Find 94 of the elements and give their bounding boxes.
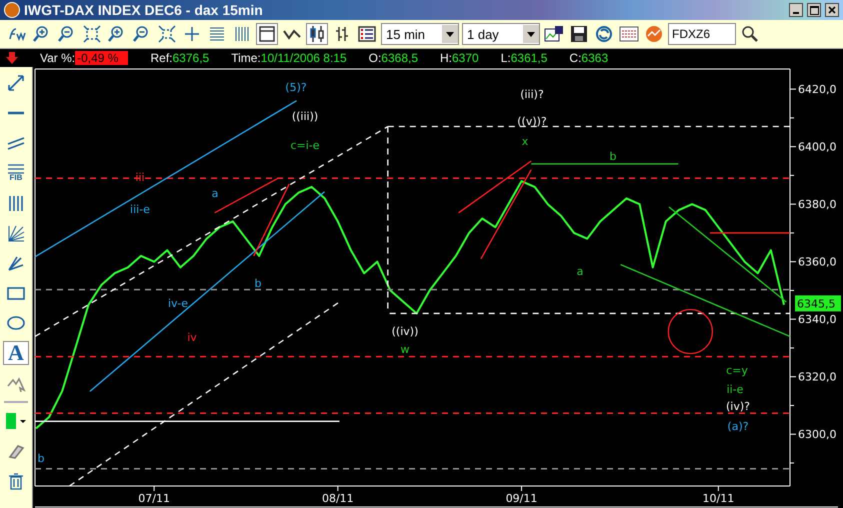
date-tick-label: 07/11 xyxy=(138,492,170,505)
horizontal-line-icon xyxy=(6,111,26,115)
wave-label: ii-e xyxy=(726,383,744,396)
field-value: 6368,5 xyxy=(381,51,418,65)
wave-label: b xyxy=(254,277,262,290)
wave-label: iv xyxy=(187,331,197,344)
vertical-lines-icon xyxy=(6,194,26,212)
maximize-icon xyxy=(810,6,818,14)
ohlc-bars-icon xyxy=(333,25,351,43)
diagonal-arrow-icon xyxy=(6,74,26,92)
toolbar-button[interactable] xyxy=(593,23,615,45)
date-tick-label: 08/11 xyxy=(322,492,354,505)
wave-label: iv-e xyxy=(168,297,188,310)
wave-label: (5)? xyxy=(285,81,307,94)
minimize-button[interactable] xyxy=(789,3,803,17)
field-value: 6363 xyxy=(581,51,608,65)
fib-label: FIB xyxy=(10,174,22,182)
compress-icon xyxy=(158,25,176,43)
toolbar-button[interactable] xyxy=(156,23,178,45)
dropdown-arrow-icon xyxy=(527,32,535,36)
bars-icon xyxy=(233,25,251,43)
text-tool[interactable]: A xyxy=(3,341,29,365)
lines-icon xyxy=(208,25,226,43)
field-value: -0,49 % xyxy=(75,51,128,65)
wave-label: (iv)? xyxy=(726,400,750,413)
wave-label: ((iii)) xyxy=(292,110,318,123)
price-tick-label: 6320,0 xyxy=(798,370,836,384)
toolbar-button[interactable] xyxy=(81,23,103,45)
field-label: O: xyxy=(368,51,382,65)
rectangle-icon xyxy=(6,284,26,302)
wave-label: c=y xyxy=(726,364,748,377)
price-tick-label: 6360,0 xyxy=(798,256,836,269)
field-label: Ref: xyxy=(150,51,172,65)
table-icon xyxy=(619,26,639,42)
date-tick-label: 10/11 xyxy=(702,492,734,505)
window-title: IWGT-DAX INDEX DEC6 - dax 15min xyxy=(24,2,264,18)
wave-label: a xyxy=(212,187,218,200)
wave-label: b xyxy=(38,452,44,465)
fan-lines-icon xyxy=(6,224,26,242)
field-value: 6376,5 xyxy=(172,51,210,65)
wave-label: (a)? xyxy=(727,420,749,433)
last-price-badge: 6345,5 xyxy=(795,295,841,312)
field-value: 6370 xyxy=(452,51,479,65)
search-icon xyxy=(741,25,759,43)
field-label: Var %: xyxy=(40,51,76,65)
candlestick-icon xyxy=(308,25,326,43)
close-button[interactable] xyxy=(825,3,839,17)
app-icon xyxy=(4,2,20,18)
field-value: 6361,5 xyxy=(510,51,548,65)
wave-label: x xyxy=(522,135,528,148)
wave-label: ((iv)) xyxy=(392,325,418,338)
symbol-field[interactable]: FDXZ6 xyxy=(668,23,736,45)
field-label: C: xyxy=(569,51,582,65)
field-label: L: xyxy=(500,51,511,65)
chart-circle-icon xyxy=(645,25,663,43)
field-label: H: xyxy=(440,51,452,65)
date-tick-label: 09/11 xyxy=(506,492,538,505)
fan-arrow-icon xyxy=(6,254,26,272)
field-label: Time: xyxy=(231,51,261,65)
wave-label: ((v))? xyxy=(517,115,547,128)
dropdown-arrow-icon xyxy=(446,32,454,36)
toolbar-button[interactable] xyxy=(306,23,328,45)
price-tick-label: 6400,0 xyxy=(798,140,836,154)
window-icon xyxy=(258,25,276,43)
price-tick-label: 6380,0 xyxy=(798,198,836,212)
crosshair-icon xyxy=(183,25,201,43)
wave-label: iii-e xyxy=(130,203,150,216)
down-arrow-icon xyxy=(6,52,18,64)
chart-image-icon xyxy=(544,25,564,43)
wave-label: a xyxy=(576,265,584,278)
fibonacci-lines-icon xyxy=(6,164,26,174)
price-tick-label: 6340,0 xyxy=(798,313,836,326)
wave-label: c=i-e xyxy=(290,139,320,152)
ellipse-icon xyxy=(6,314,26,332)
price-tick-label: 6420,0 xyxy=(798,83,836,96)
wave-label: b xyxy=(610,150,616,163)
eraser-icon xyxy=(6,442,26,460)
toolbar-button[interactable] xyxy=(568,23,590,45)
period-dropdown[interactable]: 1 day xyxy=(462,23,540,45)
wave-label: (iii)? xyxy=(520,88,544,101)
save-icon xyxy=(570,25,588,43)
fit-icon xyxy=(83,25,101,43)
refresh-icon xyxy=(595,25,613,43)
field-value: 10/11/2006 8:15 xyxy=(260,51,347,65)
legend-icon xyxy=(358,25,376,43)
close-icon xyxy=(828,6,836,14)
maximize-button[interactable] xyxy=(807,3,821,17)
trash-icon xyxy=(6,472,26,490)
drawing-tool[interactable]: FIB xyxy=(3,161,29,185)
toolbar-button[interactable] xyxy=(256,23,278,45)
price-tick-label: 6300,0 xyxy=(798,428,836,442)
wave-label: w xyxy=(400,343,410,356)
color-swatch-icon xyxy=(5,412,27,430)
interval-dropdown[interactable]: 15 min xyxy=(381,23,459,45)
